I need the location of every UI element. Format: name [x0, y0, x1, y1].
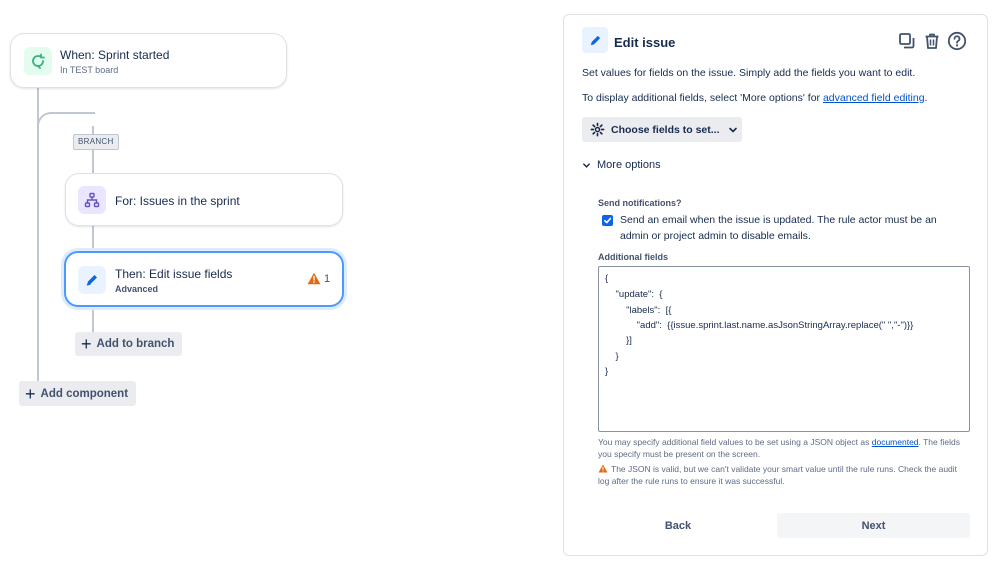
send-email-checkbox[interactable]	[602, 215, 613, 226]
help-prefix: You may specify additional field values …	[598, 437, 872, 447]
help-icon	[947, 31, 967, 51]
json-line: "update": {	[605, 289, 663, 300]
next-button[interactable]: Next	[777, 513, 970, 538]
additional-fields-textarea[interactable]: { "update": { "labels": [{ "add": {{issu…	[598, 266, 970, 432]
delete-button[interactable]	[921, 30, 943, 52]
trigger-icon	[24, 47, 52, 75]
more-fields-prefix: To display additional fields, select 'Mo…	[582, 92, 823, 104]
trash-icon	[925, 33, 939, 49]
add-to-branch-label: Add to branch	[96, 338, 175, 350]
additional-fields-label: Additional fields	[598, 252, 669, 262]
branch-connector-3	[92, 306, 94, 334]
json-line: }]	[605, 335, 632, 346]
checkmark-icon	[603, 217, 612, 224]
add-component-label: Add component	[40, 387, 129, 400]
warning-icon	[598, 464, 608, 473]
warning-text: The JSON is valid, but we can't validate…	[598, 464, 958, 486]
edit-issue-action-card[interactable]: Then: Edit issue fields Advanced	[64, 251, 344, 307]
edit-issue-panel: Edit issue Set values for fields on the …	[563, 14, 988, 556]
choose-fields-label: Choose fields to set...	[611, 123, 720, 136]
action-title: Then: Edit issue fields	[115, 267, 233, 281]
more-options-toggle[interactable]: More options	[582, 159, 661, 171]
plus-icon: +	[25, 383, 36, 404]
warning-count: 1	[324, 272, 331, 285]
documented-link[interactable]: documented	[872, 437, 919, 447]
trigger-subtitle: In TEST board	[60, 65, 119, 75]
panel-title: Edit issue	[614, 35, 676, 50]
warning-badge: 1	[307, 272, 330, 285]
json-warning: The JSON is valid, but we can't validate…	[598, 463, 968, 487]
action-subtitle: Advanced	[115, 284, 159, 294]
chevron-down-icon	[728, 127, 737, 133]
send-email-text: Send an email when the issue is updated.…	[620, 214, 937, 242]
json-help-text: You may specify additional field values …	[598, 436, 968, 460]
pencil-icon	[78, 266, 106, 294]
trigger-title: When: Sprint started	[60, 48, 170, 62]
copy-button[interactable]	[896, 30, 918, 52]
back-button[interactable]: Back	[598, 513, 758, 538]
help-button[interactable]	[946, 30, 968, 52]
pencil-icon	[582, 27, 608, 53]
more-options-label: More options	[597, 159, 661, 171]
more-fields-suffix: .	[924, 92, 928, 104]
choose-fields-dropdown[interactable]: Choose fields to set...	[582, 117, 742, 142]
json-line: }	[605, 366, 609, 377]
branch-hierarchy-icon	[78, 186, 106, 214]
more-fields-hint: To display additional fields, select 'Mo…	[582, 92, 927, 104]
json-line: {	[605, 273, 609, 284]
trigger-card[interactable]: When: Sprint started In TEST board	[10, 33, 287, 88]
warning-icon	[307, 272, 321, 285]
add-to-branch-button[interactable]: + Add to branch	[75, 332, 182, 356]
copy-icon	[899, 33, 915, 49]
branch-rule-title: For: Issues in the sprint	[115, 194, 240, 208]
branch-tag: BRANCH	[73, 134, 119, 150]
json-line: "add": {{issue.sprint.last.name.asJsonSt…	[605, 320, 914, 331]
plus-icon: +	[81, 334, 92, 354]
advanced-field-editing-link[interactable]: advanced field editing	[823, 92, 925, 104]
panel-description: Set values for fields on the issue. Simp…	[582, 67, 916, 79]
branch-connector-2	[92, 226, 94, 252]
json-line: }	[605, 351, 619, 362]
chevron-down-icon	[583, 162, 590, 168]
json-line: "labels": [{	[605, 305, 672, 316]
branch-rule-card[interactable]: For: Issues in the sprint	[65, 173, 343, 226]
gear-icon	[590, 122, 605, 137]
send-notifications-label: Send notifications?	[598, 198, 682, 208]
add-component-button[interactable]: + Add component	[19, 381, 136, 406]
